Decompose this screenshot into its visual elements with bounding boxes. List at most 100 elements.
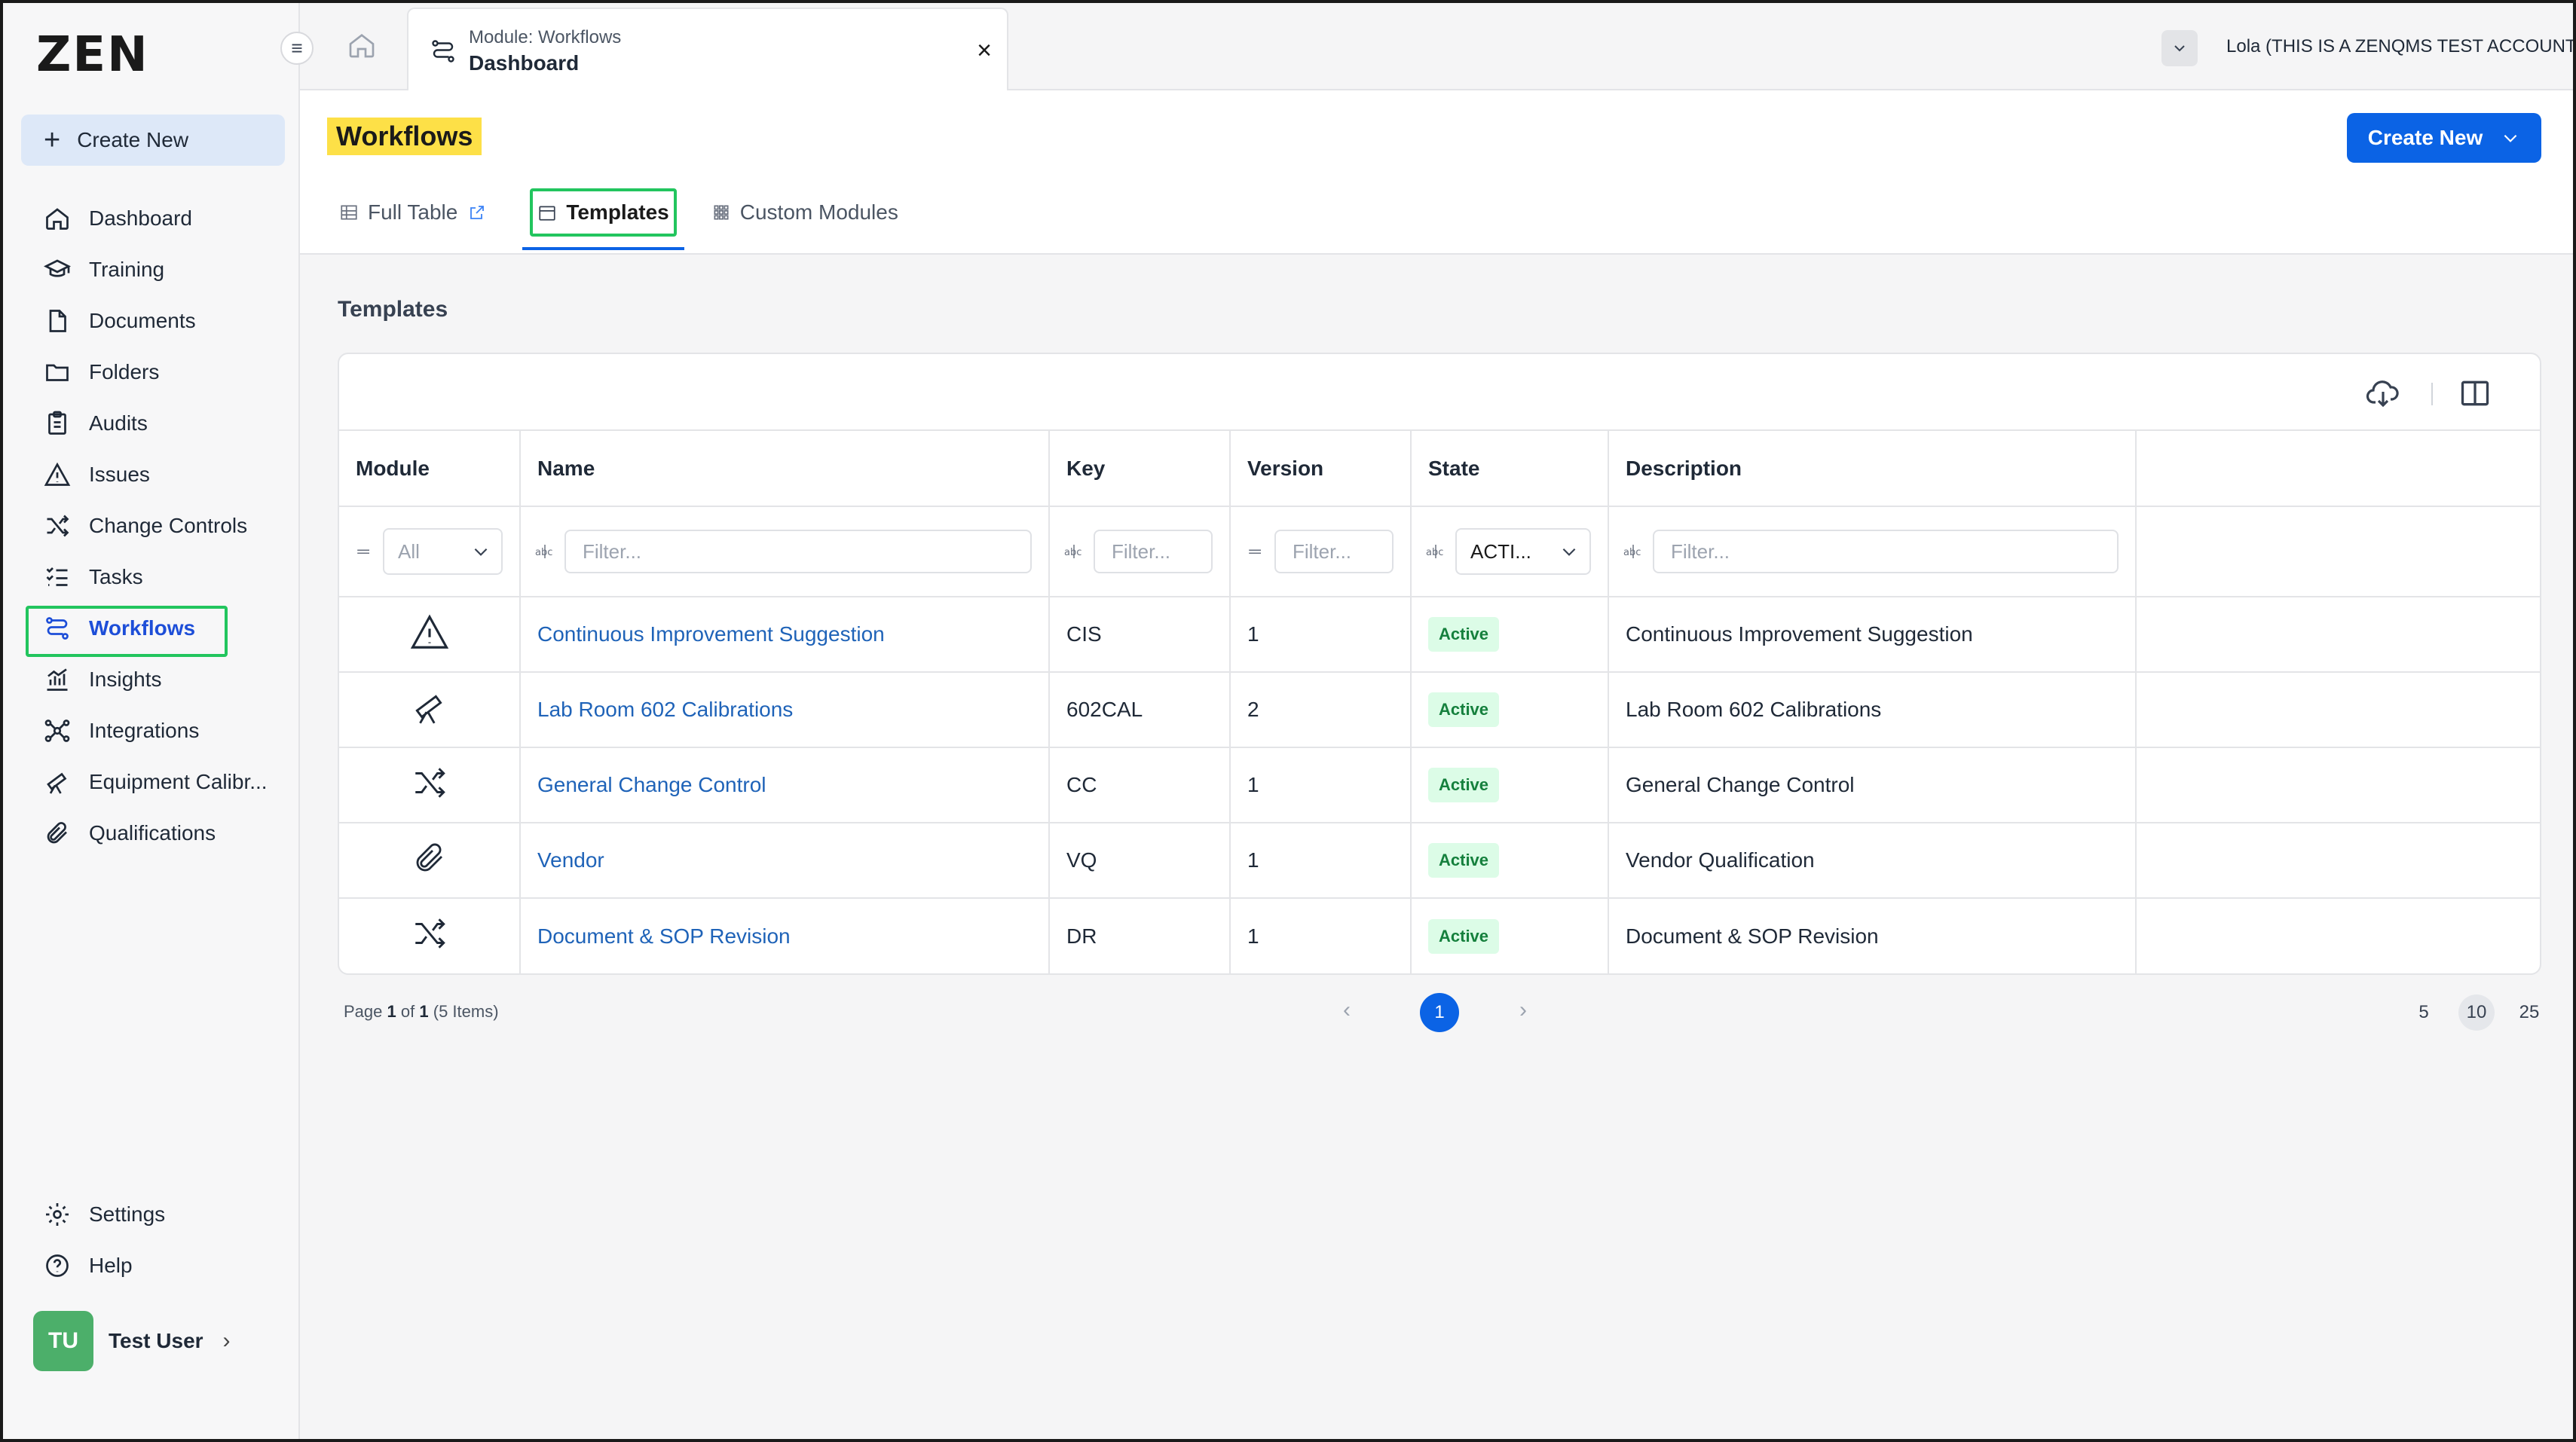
items-count: (5 Items) (433, 1002, 499, 1021)
sidebar-item-label: Settings (89, 1202, 166, 1226)
sidebar-item-integrations[interactable]: Integrations (21, 705, 285, 756)
sidebar-item-insights[interactable]: Insights (21, 654, 285, 705)
description-filter-input[interactable]: Filter... (1653, 530, 2119, 573)
text-filter-icon[interactable]: abc (1425, 543, 1446, 560)
status-badge: Active (1428, 617, 1500, 652)
column-header-description[interactable]: Description (1608, 431, 2137, 507)
table-row[interactable]: Document & SOP Revision DR 1 Active Docu… (339, 898, 2540, 973)
sidebar-item-issues[interactable]: Issues (21, 449, 285, 500)
sidebar-item-qualifications[interactable]: Qualifications (21, 808, 285, 859)
page-header: Workflows Create New Full Table Template… (300, 90, 2573, 255)
version-filter-input[interactable]: Filter... (1274, 530, 1394, 573)
sidebar-item-change-controls[interactable]: Change Controls (21, 500, 285, 551)
home-icon (42, 203, 72, 234)
name-filter-input[interactable]: Filter... (564, 530, 1032, 573)
graduation-cap-icon (42, 255, 72, 285)
open-tab-dashboard[interactable]: Module: Workflows Dashboard × (407, 8, 1008, 92)
template-description: Lab Room 602 Calibrations (1608, 672, 2137, 748)
home-button[interactable] (347, 30, 377, 60)
close-icon[interactable]: × (977, 36, 992, 66)
chevron-down-icon (2501, 128, 2520, 148)
table-row[interactable]: Lab Room 602 Calibrations 602CAL 2 Activ… (339, 672, 2540, 748)
template-name-link[interactable]: Continuous Improvement Suggestion (537, 622, 885, 646)
text-filter-icon[interactable]: abc (1623, 543, 1644, 560)
state-filter-select[interactable]: ACTI... (1455, 528, 1591, 575)
page-title: Workflows (327, 118, 482, 155)
column-header-key[interactable]: Key (1049, 431, 1231, 507)
warning-icon (42, 460, 72, 490)
sidebar-item-audits[interactable]: Audits (21, 398, 285, 449)
sidebar-item-settings[interactable]: Settings (21, 1189, 285, 1240)
svg-text:abc: abc (535, 547, 552, 558)
table-row[interactable]: Vendor VQ 1 Active Vendor Qualification (339, 823, 2540, 899)
columns-icon[interactable] (2458, 377, 2492, 410)
sidebar-item-label: Folders (89, 360, 160, 383)
sidebar-item-training[interactable]: Training (21, 244, 285, 295)
tab-templates[interactable]: Templates (522, 187, 685, 250)
row-cell-empty (2136, 898, 2540, 973)
account-dropdown-button[interactable] (2161, 30, 2198, 66)
account-name: Lola (THIS IS A ZENQMS TEST ACCOUNT) (2226, 36, 2576, 57)
sidebar-item-documents[interactable]: Documents (21, 295, 285, 347)
paperclip-icon (411, 840, 448, 876)
template-key: CC (1049, 747, 1231, 823)
status-badge: Active (1428, 918, 1500, 954)
sidebar-nav: Dashboard Training Documents Folders Aud… (21, 193, 285, 859)
template-version: 1 (1230, 747, 1412, 823)
text-filter-icon[interactable]: abc (1063, 543, 1085, 560)
sidebar-collapse-button[interactable] (280, 32, 314, 65)
sidebar-item-help[interactable]: Help (21, 1240, 285, 1291)
user-menu[interactable]: TU Test User › (33, 1311, 231, 1371)
key-filter-input[interactable]: Filter... (1094, 530, 1213, 573)
sidebar-item-folders[interactable]: Folders (21, 347, 285, 398)
chevron-left-icon[interactable]: ‹ (1343, 997, 1351, 1023)
page-button-current[interactable]: 1 (1420, 993, 1459, 1032)
column-header-module[interactable]: Module (339, 431, 521, 507)
create-new-button[interactable]: Create New (2347, 113, 2541, 163)
template-version: 1 (1230, 823, 1412, 899)
row-cell-empty (2136, 747, 2540, 823)
column-header-state[interactable]: State (1411, 431, 1609, 507)
calendar-icon (537, 203, 557, 222)
sidebar-item-label: Training (89, 258, 165, 281)
text-filter-icon[interactable]: abc (534, 543, 555, 560)
table-row[interactable]: General Change Control CC 1 Active Gener… (339, 747, 2540, 823)
tab-label: Templates (566, 200, 669, 224)
template-name-link[interactable]: General Change Control (537, 773, 766, 796)
sidebar-item-label: Tasks (89, 565, 143, 588)
grid-icon (711, 203, 731, 222)
row-cell-empty (2136, 597, 2540, 673)
sidebar-item-label: Documents (89, 309, 196, 332)
app-logo: ZEN (36, 27, 149, 83)
table-row[interactable]: Continuous Improvement Suggestion CIS 1 … (339, 597, 2540, 673)
sidebar-item-equipment-calibration[interactable]: Equipment Calibr... (21, 756, 285, 808)
template-version: 2 (1230, 672, 1412, 748)
page-size-5[interactable]: 5 (2406, 994, 2442, 1031)
template-version: 1 (1230, 597, 1412, 673)
equals-icon[interactable]: ═ (1244, 542, 1265, 561)
sidebar-create-new-button[interactable]: + Create New (21, 115, 285, 166)
sidebar-item-workflows[interactable]: Workflows (21, 603, 285, 657)
template-name-link[interactable]: Vendor (537, 848, 604, 872)
tab-full-table[interactable]: Full Table (339, 187, 486, 238)
chevron-down-icon (2171, 39, 2189, 57)
page-size-10[interactable]: 10 (2458, 994, 2495, 1031)
network-icon (42, 716, 72, 746)
column-header-version[interactable]: Version (1230, 431, 1412, 507)
template-name-link[interactable]: Lab Room 602 Calibrations (537, 698, 793, 721)
template-description: General Change Control (1608, 747, 2137, 823)
sidebar-item-label: Integrations (89, 719, 200, 742)
module-filter-select[interactable]: All (383, 528, 503, 575)
toolbar-divider (2431, 383, 2433, 405)
page-size-25[interactable]: 25 (2511, 994, 2547, 1031)
plus-icon: + (44, 124, 61, 156)
sidebar-item-tasks[interactable]: Tasks (21, 551, 285, 603)
column-header-empty (2136, 431, 2540, 507)
cloud-download-icon[interactable] (2365, 377, 2401, 410)
equals-icon[interactable]: ═ (353, 542, 374, 561)
sidebar-item-dashboard[interactable]: Dashboard (21, 193, 285, 244)
template-name-link[interactable]: Document & SOP Revision (537, 924, 791, 948)
tab-custom-modules[interactable]: Custom Modules (711, 187, 898, 238)
column-header-name[interactable]: Name (520, 431, 1050, 507)
chevron-right-icon[interactable]: › (1519, 997, 1527, 1023)
